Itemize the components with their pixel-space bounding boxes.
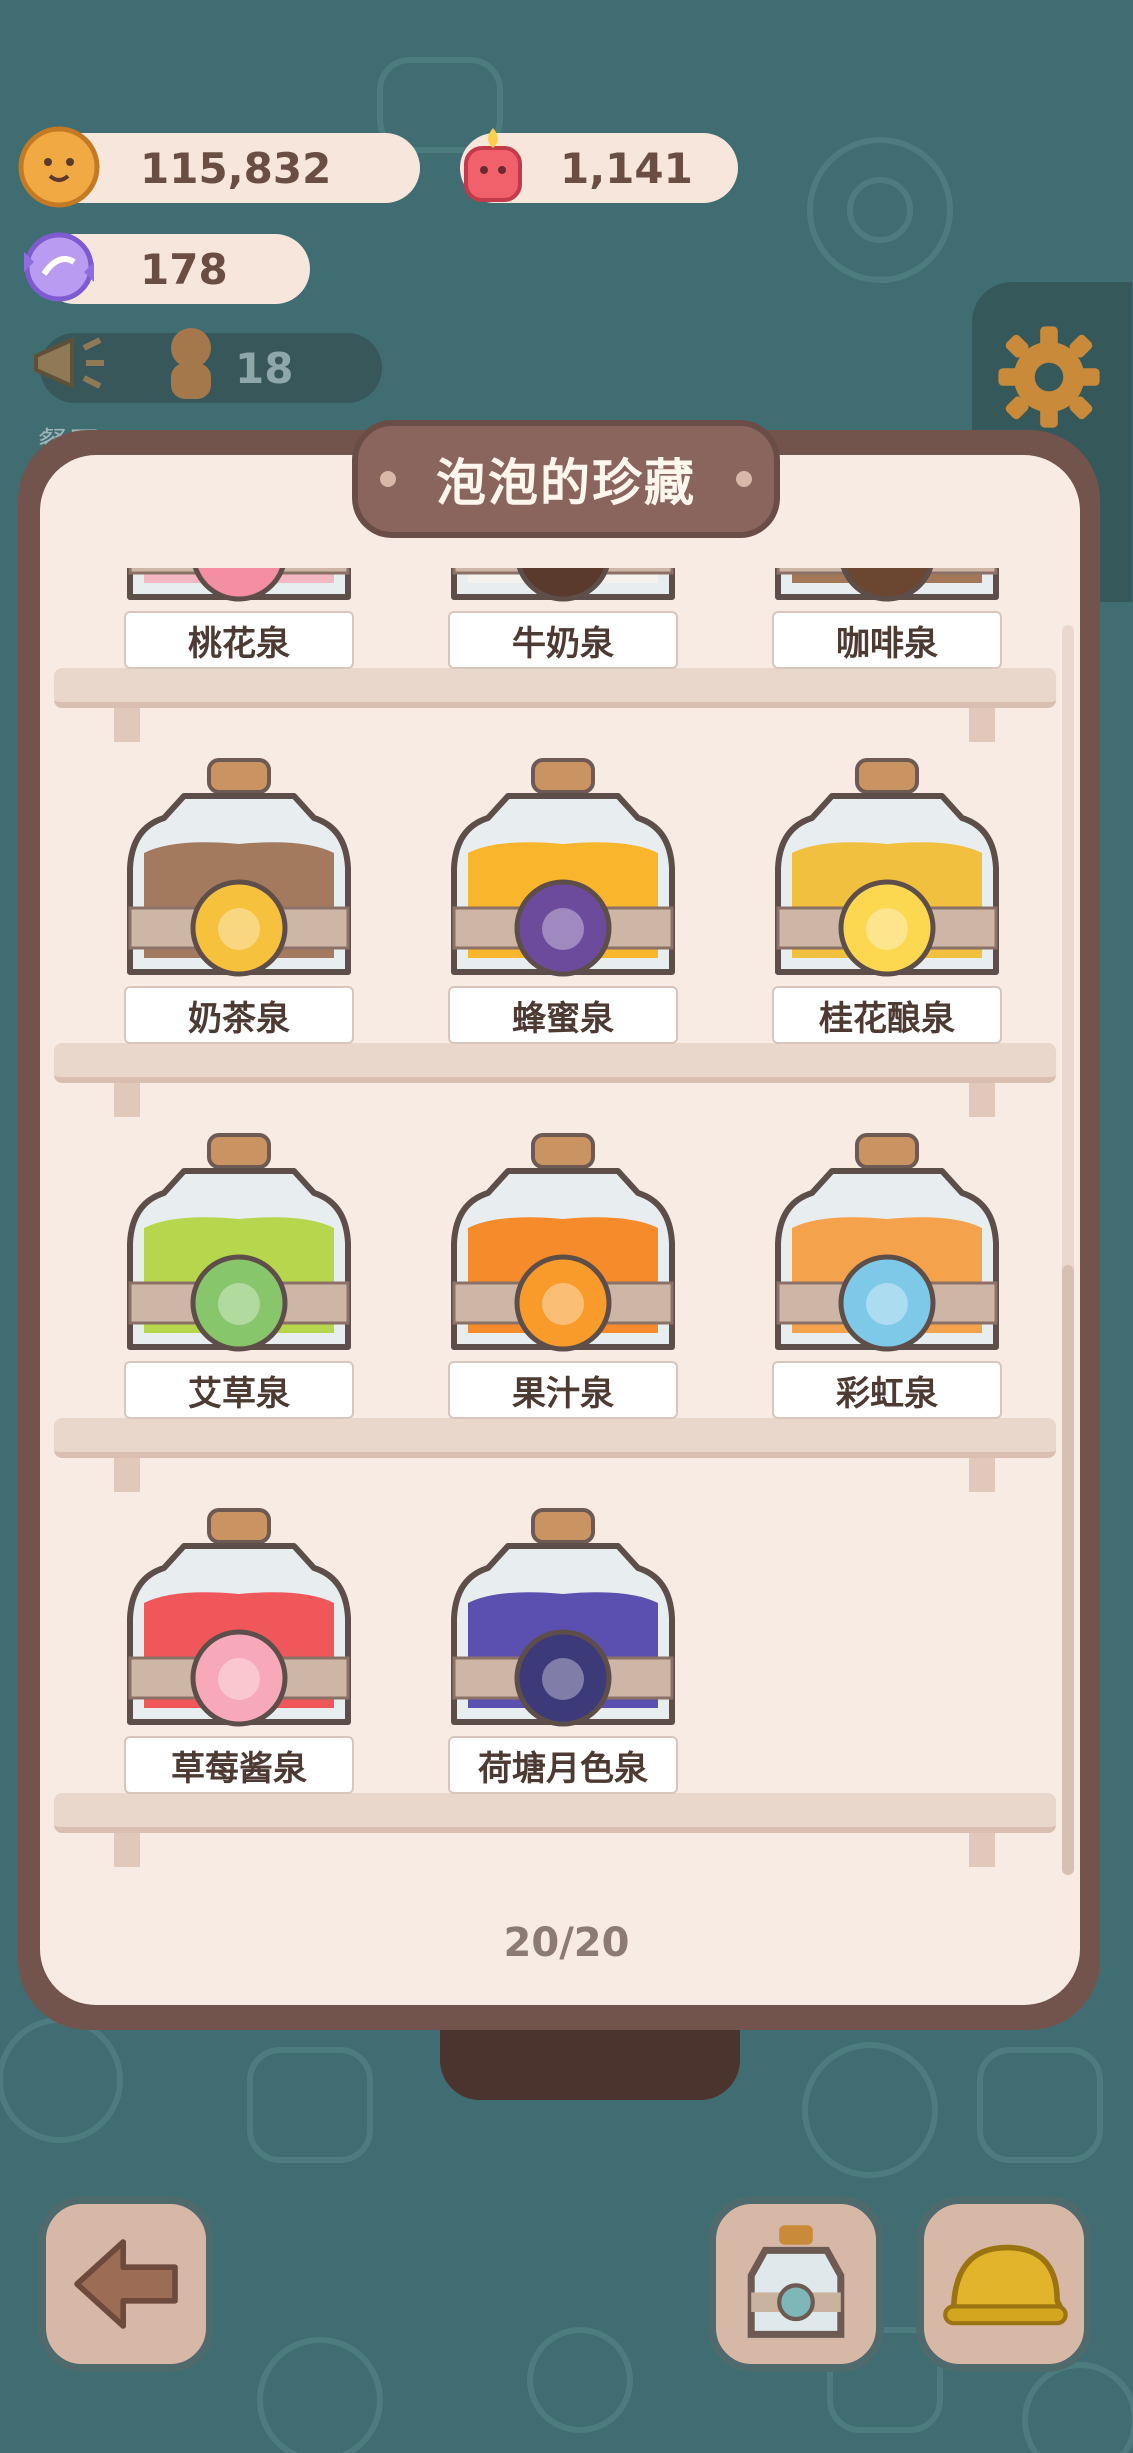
spring-name-label: 蜂蜜泉 bbox=[448, 986, 678, 1044]
orange-slice-icon bbox=[542, 1283, 584, 1325]
spring-name-label: 桃花泉 bbox=[124, 611, 354, 669]
spring-name-label: 奶茶泉 bbox=[124, 986, 354, 1044]
shelf-bracket bbox=[969, 1083, 995, 1117]
shelf-bracket bbox=[114, 1833, 140, 1867]
spring-name-label: 艾草泉 bbox=[124, 1361, 354, 1419]
jar-collection-button[interactable] bbox=[708, 2196, 884, 2372]
jar-bottle bbox=[127, 758, 351, 977]
shelf-bracket bbox=[969, 708, 995, 742]
arrow-left-icon bbox=[74, 2239, 178, 2329]
strawberry-icon bbox=[218, 1658, 260, 1700]
spring-name-label: 荷塘月色泉 bbox=[448, 1736, 678, 1794]
rainbow-icon bbox=[866, 1283, 908, 1325]
candle-icon bbox=[464, 128, 522, 202]
jar-bottle bbox=[127, 1508, 351, 1727]
jar-bottle bbox=[451, 758, 675, 977]
collection-counter: 20/20 bbox=[503, 1920, 630, 1966]
spring-name-label: 桂花酿泉 bbox=[772, 986, 1002, 1044]
shelf bbox=[54, 1043, 1056, 1117]
gingerbread-icon bbox=[171, 328, 211, 399]
spring-jar[interactable]: 桃花泉 bbox=[114, 568, 364, 673]
jar-bottle bbox=[451, 1133, 675, 1352]
spring-name-label: 草莓酱泉 bbox=[124, 1736, 354, 1794]
scrollbar-thumb[interactable] bbox=[1062, 1265, 1074, 1875]
shelf-bracket bbox=[114, 1458, 140, 1492]
shelf bbox=[54, 1418, 1056, 1492]
lotus-moon-icon bbox=[542, 1658, 584, 1700]
bee-icon bbox=[542, 908, 584, 950]
page-title: 泡泡的珍藏 bbox=[436, 454, 696, 512]
megaphone-icon[interactable] bbox=[22, 318, 112, 408]
spring-name-label: 咖啡泉 bbox=[772, 611, 1002, 669]
spring-name-label: 果汁泉 bbox=[448, 1361, 678, 1419]
mugwort-leaf-icon bbox=[218, 1283, 260, 1325]
jar-icon bbox=[747, 2225, 845, 2338]
helmet-icon bbox=[943, 2244, 1068, 2326]
shelf-bracket bbox=[114, 708, 140, 742]
spring-jar[interactable]: 蜂蜜泉 bbox=[438, 758, 688, 1048]
shelf-bracket bbox=[969, 1458, 995, 1492]
shelf-bracket bbox=[969, 1833, 995, 1867]
bubble-tea-icon bbox=[218, 908, 260, 950]
jar-bottle bbox=[775, 1133, 999, 1352]
jar-shelves[interactable]: 桃花泉 牛奶泉 咖啡泉 奶茶泉 蜂蜜泉 桂花酿泉 艾草泉 果汁泉 彩虹泉 草莓酱… bbox=[48, 568, 1068, 1888]
spring-name-label: 牛奶泉 bbox=[448, 611, 678, 669]
osmanthus-flower-icon bbox=[866, 908, 908, 950]
spring-jar[interactable]: 荷塘月色泉 bbox=[438, 1508, 688, 1798]
candy-icon bbox=[24, 232, 94, 302]
jar-bottle bbox=[127, 1133, 351, 1352]
spring-name-label: 彩虹泉 bbox=[772, 1361, 1002, 1419]
shelf-bracket bbox=[114, 1083, 140, 1117]
panel-title-plate: 泡泡的珍藏 bbox=[352, 420, 780, 538]
spring-jar[interactable]: 奶茶泉 bbox=[114, 758, 364, 1048]
spring-jar[interactable]: 咖啡泉 bbox=[762, 568, 1012, 673]
helmet-button[interactable] bbox=[916, 2196, 1092, 2372]
back-button[interactable] bbox=[38, 2196, 214, 2372]
spring-jar[interactable]: 牛奶泉 bbox=[438, 568, 688, 673]
spring-jar[interactable]: 果汁泉 bbox=[438, 1133, 688, 1423]
spring-jar[interactable]: 彩虹泉 bbox=[762, 1133, 1012, 1423]
shelf bbox=[54, 668, 1056, 742]
jar-bottle bbox=[451, 1508, 675, 1727]
cookie-icon bbox=[18, 126, 100, 208]
gear-icon bbox=[998, 326, 1100, 428]
spring-jar[interactable]: 桂花酿泉 bbox=[762, 758, 1012, 1048]
shelf bbox=[54, 1793, 1056, 1867]
jar-bottle bbox=[775, 758, 999, 977]
spring-jar[interactable]: 艾草泉 bbox=[114, 1133, 364, 1423]
spring-jar[interactable]: 草莓酱泉 bbox=[114, 1508, 364, 1798]
